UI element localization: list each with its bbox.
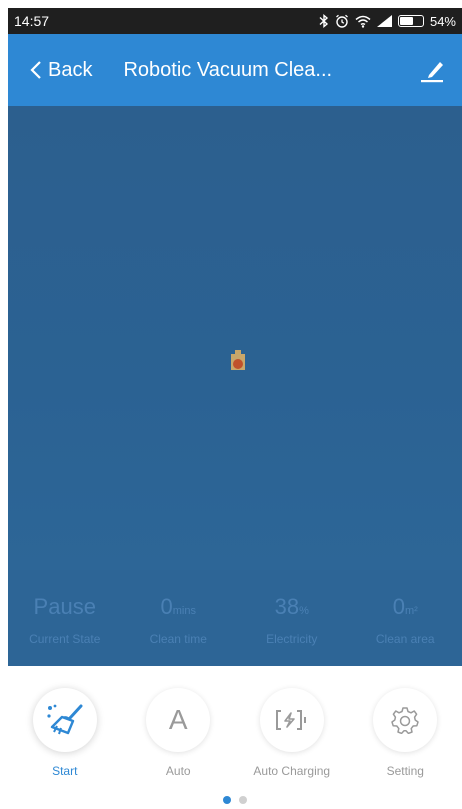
auto-button[interactable]: A Auto xyxy=(122,688,236,778)
page-indicator xyxy=(8,796,462,804)
auto-letter-icon: A xyxy=(168,704,188,735)
start-label: Start xyxy=(52,764,78,778)
stat-clean-area: 0m² Clean area xyxy=(349,594,462,646)
chevron-left-icon xyxy=(30,61,41,79)
stat-electricity: 38% Electricity xyxy=(235,594,349,646)
auto-charging-circle[interactable] xyxy=(259,688,324,752)
alarm-icon xyxy=(336,14,348,28)
status-icons: 54% xyxy=(319,14,456,29)
stat-label: Electricity xyxy=(266,632,318,646)
nav-bar: Back Robotic Vacuum Clea... xyxy=(8,34,462,106)
cleaning-map[interactable] xyxy=(8,106,462,570)
stat-label: Current State xyxy=(29,632,101,646)
auto-circle[interactable]: A xyxy=(146,688,211,752)
robot-marker-icon xyxy=(231,350,245,370)
gear-icon xyxy=(391,707,419,734)
page-dot-2[interactable] xyxy=(239,796,247,804)
status-time: 14:57 xyxy=(14,13,50,29)
stat-label: Clean time xyxy=(149,632,207,646)
bluetooth-icon xyxy=(319,14,329,28)
edit-pencil-icon[interactable] xyxy=(418,56,446,84)
setting-label: Setting xyxy=(386,764,424,778)
stat-clean-time: 0mins Clean time xyxy=(122,594,236,646)
action-bar: Start A Auto Auto Charging Setting xyxy=(8,666,462,809)
stat-label: Clean area xyxy=(375,632,435,646)
auto-charging-button[interactable]: Auto Charging xyxy=(235,688,349,778)
battery-icon xyxy=(397,15,424,27)
setting-button[interactable]: Setting xyxy=(349,688,462,778)
battery-percent: 54% xyxy=(429,13,456,29)
start-button[interactable]: Start xyxy=(8,688,122,778)
auto-label: Auto xyxy=(165,764,191,778)
page-title: Robotic Vacuum Clea... xyxy=(123,58,333,81)
stat-value: 0m² xyxy=(392,594,418,619)
stat-value: 38% xyxy=(274,594,309,619)
back-label: Back xyxy=(48,58,93,81)
page-dot-1[interactable] xyxy=(223,796,231,804)
signal-icon xyxy=(376,15,392,27)
charging-icon xyxy=(275,710,306,730)
stats-panel: Pause Current State 0mins Clean time 38%… xyxy=(8,570,462,666)
start-circle[interactable] xyxy=(32,688,97,752)
stat-value: Pause xyxy=(33,594,96,619)
setting-circle[interactable] xyxy=(373,688,438,752)
wifi-icon xyxy=(355,15,371,28)
broom-icon xyxy=(47,704,83,735)
stat-value: 0mins xyxy=(160,594,196,619)
status-bar: 14:57 54% xyxy=(8,8,462,34)
back-button[interactable]: Back xyxy=(30,59,92,82)
auto-charging-label: Auto Charging xyxy=(253,764,331,778)
stat-current-state: Pause Current State xyxy=(8,594,122,646)
